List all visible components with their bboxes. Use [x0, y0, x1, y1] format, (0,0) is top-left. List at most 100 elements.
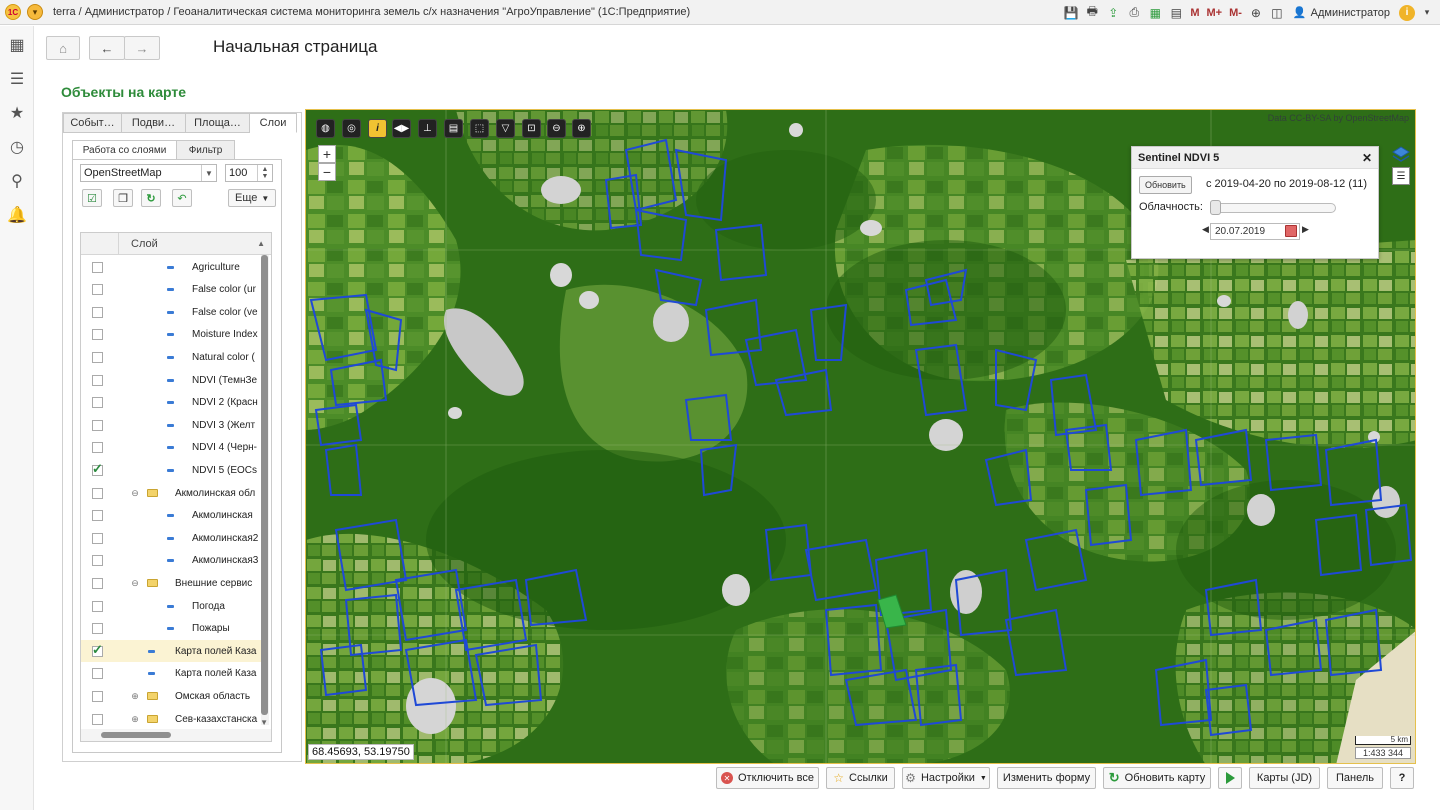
printer-preview-icon[interactable]: ⎙: [1125, 4, 1143, 22]
save-icon[interactable]: 💾: [1062, 4, 1080, 22]
layer-row[interactable]: Agriculture: [81, 256, 261, 278]
info-tool-icon[interactable]: i: [368, 119, 387, 138]
layers-switcher-icon[interactable]: [1392, 146, 1410, 164]
settings-button[interactable]: ⚙ Настройки ▼: [902, 767, 990, 789]
play-button[interactable]: [1218, 767, 1242, 789]
basemap-select[interactable]: OpenStreetMap ▼: [80, 164, 217, 182]
vertical-scroll-thumb[interactable]: [261, 255, 268, 715]
layer-row[interactable]: NDVI 4 (Черн-: [81, 437, 261, 459]
date-next-icon[interactable]: ▶: [1302, 224, 1309, 235]
zoom-in-tool-icon[interactable]: ⊕: [572, 119, 591, 138]
layer-row[interactable]: Акмолинская2: [81, 527, 261, 549]
notifications-bell-icon[interactable]: 🔔: [0, 198, 34, 232]
layer-checkbox[interactable]: [92, 623, 103, 635]
apps-grid-icon[interactable]: ▦: [0, 28, 34, 62]
dropdown-icon[interactable]: ▾: [1418, 4, 1436, 22]
home-button[interactable]: ⌂: [46, 36, 80, 60]
layer-checkbox[interactable]: [92, 600, 103, 612]
layer-checkbox[interactable]: [92, 668, 103, 680]
layer-checkbox[interactable]: [92, 461, 103, 477]
layer-row[interactable]: Карта полей Каза: [81, 663, 261, 685]
sentinel-update-button[interactable]: Обновить: [1139, 176, 1192, 194]
expand-icon[interactable]: ⊕: [131, 714, 139, 724]
layer-row[interactable]: NDVI 5 (EOCs: [81, 459, 261, 481]
forward-button[interactable]: →: [124, 36, 160, 60]
layer-row[interactable]: NDVI (ТемнЗе: [81, 369, 261, 391]
cloudiness-slider-handle[interactable]: [1210, 200, 1221, 215]
opacity-stepper[interactable]: 100 ▲ ▼: [225, 164, 273, 182]
help-button[interactable]: ?: [1390, 767, 1414, 789]
tab-filter[interactable]: Фильтр: [177, 140, 235, 160]
print-icon[interactable]: 🖶: [1083, 4, 1101, 22]
layer-row[interactable]: NDVI 3 (Желт: [81, 414, 261, 436]
panel-button[interactable]: Панель: [1327, 767, 1383, 789]
layer-group-row[interactable]: ⊖ Акмолинская обл: [81, 482, 261, 504]
tab-moving[interactable]: Подви…: [122, 113, 186, 133]
scroll-down-icon[interactable]: ▼: [260, 718, 268, 727]
zoom-extent-tool-icon[interactable]: ⊡: [522, 119, 541, 138]
maps-jd-button[interactable]: Карты (JD): [1249, 767, 1320, 789]
panel-toggle-icon[interactable]: ◫: [1268, 4, 1286, 22]
zoom-in-button[interactable]: +: [318, 145, 336, 163]
tab-areas[interactable]: Площа…: [186, 113, 250, 133]
layer-group-row[interactable]: ⊖ Внешние сервис: [81, 572, 261, 594]
layer-row[interactable]: NDVI 2 (Красн: [81, 392, 261, 414]
layer-row[interactable]: False color (ur: [81, 279, 261, 301]
check-all-button[interactable]: ☑: [82, 189, 102, 207]
undo-button[interactable]: ↶: [172, 189, 192, 207]
layer-checkbox[interactable]: [92, 306, 103, 318]
zoom-out-tool-icon[interactable]: ⊖: [547, 119, 566, 138]
layer-checkbox[interactable]: [92, 713, 103, 725]
layer-checkbox[interactable]: [92, 555, 103, 567]
area-tool-icon[interactable]: ⬚: [470, 119, 489, 138]
more-button[interactable]: Еще ▼: [228, 189, 277, 207]
measure-tool-icon[interactable]: ⊥: [418, 119, 437, 138]
search-icon[interactable]: ⚲: [0, 164, 34, 198]
calendar-icon[interactable]: ▤: [1167, 4, 1185, 22]
layer-checkbox[interactable]: [92, 532, 103, 544]
layer-row[interactable]: Natural color (: [81, 346, 261, 368]
layer-checkbox[interactable]: [92, 397, 103, 409]
recent-clock-icon[interactable]: ◷: [0, 130, 34, 164]
date-prev-icon[interactable]: ◀: [1202, 224, 1209, 235]
layer-checkbox[interactable]: [92, 442, 103, 454]
copy-button[interactable]: ❐: [113, 189, 133, 207]
scroll-up-icon[interactable]: ▲: [257, 239, 265, 248]
collapse-icon[interactable]: ⊖: [131, 578, 139, 588]
layer-checkbox[interactable]: [92, 577, 103, 589]
tab-events[interactable]: Событ…: [63, 113, 122, 133]
layer-row[interactable]: Погода: [81, 595, 261, 617]
layer-row[interactable]: Moisture Index: [81, 324, 261, 346]
layer-checkbox[interactable]: [92, 690, 103, 702]
zoom-icon[interactable]: ⊕: [1247, 4, 1265, 22]
history-icon[interactable]: ☰: [0, 62, 34, 96]
expand-icon[interactable]: ⊕: [131, 691, 139, 701]
zoom-out-button[interactable]: −: [318, 163, 336, 181]
grid-tool-icon[interactable]: ▤: [444, 119, 463, 138]
globe-tool-icon[interactable]: ◍: [316, 119, 335, 138]
back-button[interactable]: ←: [89, 36, 125, 60]
layer-checkbox[interactable]: [92, 284, 103, 296]
change-form-button[interactable]: Изменить форму: [997, 767, 1096, 789]
memory-m-plus-button[interactable]: M+: [1205, 4, 1225, 22]
upload-icon[interactable]: ⇪: [1104, 4, 1122, 22]
horizontal-scroll-thumb[interactable]: [101, 732, 171, 738]
map-view[interactable]: ◍ ◎ i ◀▶ ⊥ ▤ ⬚ ▽ ⊡ ⊖ ⊕ + − Data CC-BY-SA…: [305, 109, 1416, 764]
cloudiness-slider[interactable]: [1214, 203, 1336, 213]
layer-checkbox[interactable]: [92, 261, 103, 273]
memory-m-button[interactable]: M: [1188, 4, 1201, 22]
collapse-icon[interactable]: ⊖: [131, 488, 139, 498]
layer-row[interactable]: Акмолинская3: [81, 550, 261, 572]
filter-tool-icon[interactable]: ▽: [496, 119, 515, 138]
layer-checkbox[interactable]: [92, 351, 103, 363]
refresh-map-button[interactable]: ↻ Обновить карту: [1103, 767, 1211, 789]
layer-checkbox[interactable]: [92, 329, 103, 341]
info-icon[interactable]: i: [1399, 4, 1415, 21]
layer-checkbox[interactable]: [92, 642, 103, 658]
layer-checkbox[interactable]: [92, 419, 103, 431]
legend-icon[interactable]: ☰: [1392, 167, 1410, 185]
refresh-layers-button[interactable]: ↻: [141, 189, 161, 207]
tab-layer-work[interactable]: Работа со слоями: [72, 140, 177, 160]
disable-all-button[interactable]: ✕ Отключить все: [716, 767, 819, 789]
tab-layers[interactable]: Слои: [250, 113, 297, 133]
